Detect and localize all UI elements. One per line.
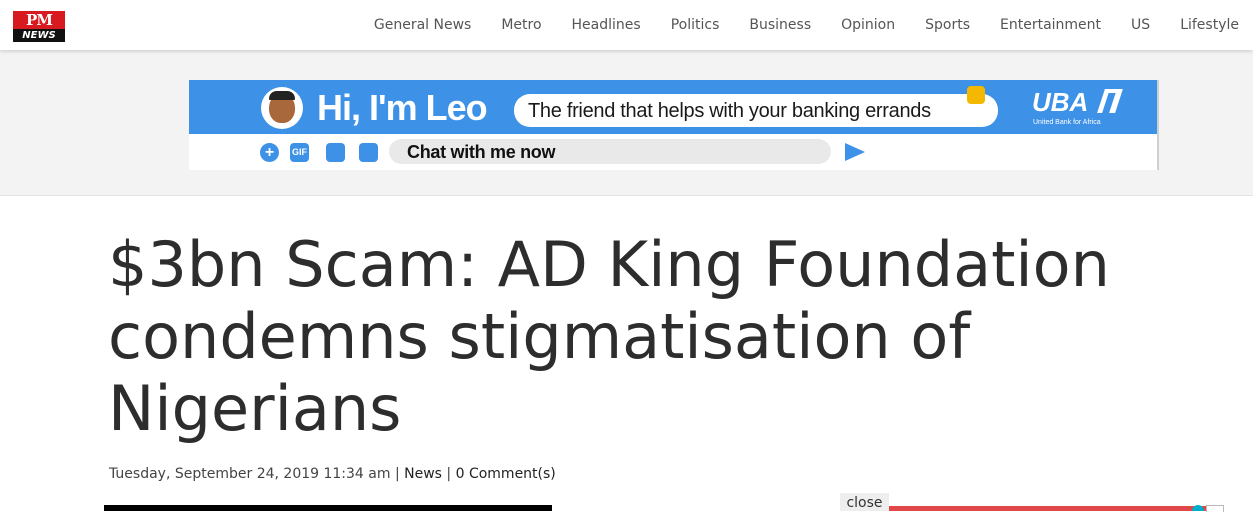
nav-general-news[interactable]: General News (374, 17, 471, 33)
avatar-hair (269, 91, 295, 100)
thumbs-up-icon (967, 86, 985, 104)
article-comments-link[interactable]: 0 Comment(s) (456, 466, 556, 482)
leo-avatar (261, 87, 303, 129)
ad-greeting: Hi, I'm Leo (317, 87, 488, 128)
plus-icon: + (260, 143, 279, 162)
meta-separator: | (394, 466, 400, 482)
sticker-icon (326, 143, 345, 162)
ad-chat-prompt: Chat with me now (407, 142, 556, 162)
nav-business[interactable]: Business (749, 17, 811, 33)
ad-tagline-bubble: The friend that helps with your banking … (514, 94, 998, 127)
nav-politics[interactable]: Politics (671, 17, 720, 33)
ad-zone: Hi, I'm Leo The friend that helps with y… (0, 50, 1253, 196)
video-player[interactable] (104, 505, 552, 511)
sticky-ad[interactable] (889, 506, 1223, 511)
article-date: Tuesday, September 24, 2019 11:34 am (109, 466, 391, 482)
nav-entertainment[interactable]: Entertainment (1000, 17, 1101, 33)
ad-chat-input: Chat with me now (389, 139, 831, 164)
uba-logo-sub: United Bank for Africa (1033, 119, 1101, 126)
uba-banner-ad[interactable]: Hi, I'm Leo The friend that helps with y… (189, 80, 1159, 170)
site-logo[interactable]: PM NEWS (13, 11, 65, 42)
nav-sports[interactable]: Sports (925, 17, 970, 33)
uba-logo: UBA (1032, 87, 1089, 117)
ad-edge (1157, 80, 1159, 170)
logo-pm: PM (13, 11, 65, 29)
article-title: $3bn Scam: AD King Foundation condemns s… (108, 228, 1110, 445)
meta-separator: | (446, 466, 452, 482)
gif-icon: GIF (290, 143, 309, 162)
nav-lifestyle[interactable]: Lifestyle (1180, 17, 1239, 33)
ad-tagline: The friend that helps with your banking … (528, 100, 931, 122)
sticky-ad-close-button[interactable]: close (840, 493, 889, 511)
main-nav: General News Metro Headlines Politics Bu… (374, 0, 1253, 50)
nav-headlines[interactable]: Headlines (572, 17, 641, 33)
nav-metro[interactable]: Metro (501, 17, 541, 33)
nav-us[interactable]: US (1131, 17, 1150, 33)
nav-opinion[interactable]: Opinion (841, 17, 895, 33)
article-category-link[interactable]: News (404, 466, 442, 482)
site-header: PM NEWS General News Metro Headlines Pol… (0, 0, 1253, 50)
send-icon (845, 143, 865, 161)
adchoices-icon[interactable] (1192, 505, 1204, 511)
image-icon (359, 143, 378, 162)
logo-news: NEWS (13, 29, 65, 42)
article-meta: Tuesday, September 24, 2019 11:34 am | N… (109, 466, 556, 482)
